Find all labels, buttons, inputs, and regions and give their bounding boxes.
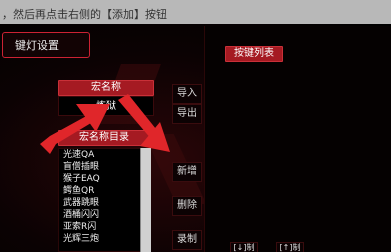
instruction-strip: ，然后再点击右侧的【添加】按钮 (0, 0, 391, 24)
macro-settings-window: 键灯设置 按键列表 宏名称 炼狱 宏名称目录 光速QA 盲僧插眼 猴子EAQ 鳄… (0, 24, 391, 252)
instruction-text: ，然后再点击右侧的【添加】按钮 (2, 8, 167, 21)
annotation-arrows (40, 94, 170, 154)
